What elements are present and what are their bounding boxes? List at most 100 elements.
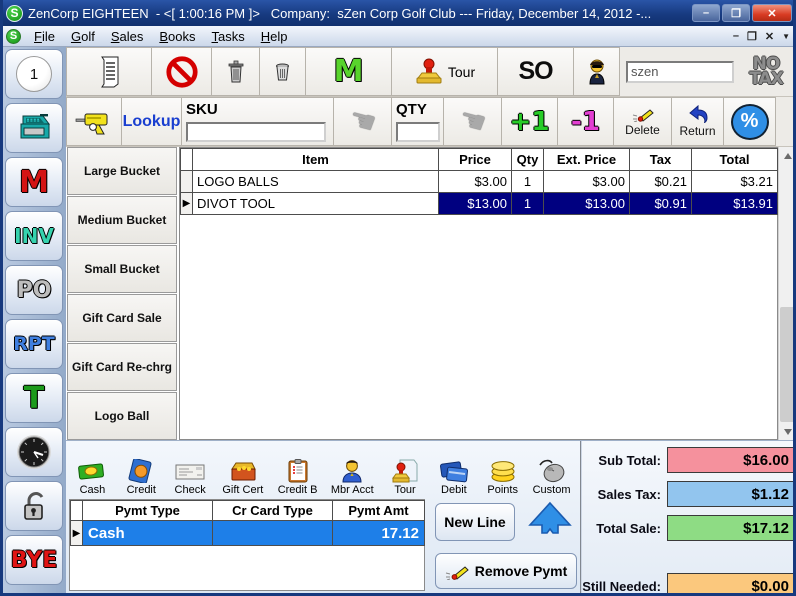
sales-tax-value: $1.12 xyxy=(667,481,795,507)
item-row-selected[interactable]: ▶ DIVOT TOOL $13.00 1 $13.00 $0.91 $13.9… xyxy=(181,193,778,215)
minimize-button[interactable]: – xyxy=(692,4,720,22)
discount-button[interactable]: % xyxy=(724,97,776,146)
green-m-icon: M xyxy=(334,54,364,89)
pay-points-button[interactable]: Points xyxy=(478,443,527,498)
payment-panel: Cash Credit Check xyxy=(66,440,796,593)
sku-select-button[interactable]: ☛ xyxy=(334,97,392,146)
po-icon: PO xyxy=(17,278,52,303)
pay-mbr-acct-button[interactable]: Mbr Acct xyxy=(324,443,381,498)
nav-sidebar: 1 M INV PO RPT T xyxy=(3,47,66,593)
scroll-down-icon[interactable] xyxy=(779,423,796,440)
payment-grid-header-row: Pymt Type Cr Card Type Pymt Amt xyxy=(71,501,425,521)
sidebar-members-button[interactable]: M xyxy=(5,157,63,207)
delete-line-button[interactable]: Delete xyxy=(614,97,672,146)
quick-item-logo-ball[interactable]: Logo Ball xyxy=(67,392,177,440)
sidebar-time-clock-button[interactable] xyxy=(5,427,63,477)
pay-cash-button[interactable]: Cash xyxy=(68,443,117,498)
tour-button[interactable]: Tour xyxy=(392,47,498,96)
close-button[interactable]: ✕ xyxy=(752,4,792,22)
rpt-icon: RPT xyxy=(13,333,55,355)
security-button[interactable] xyxy=(574,47,620,96)
pointing-hand-icon: ☛ xyxy=(455,101,490,142)
clear-sale-button[interactable] xyxy=(260,47,306,96)
remove-pymt-button[interactable]: Remove Pymt xyxy=(435,553,577,589)
cell-price: $13.00 xyxy=(439,193,512,215)
sidebar-reports-button[interactable]: RPT xyxy=(5,319,63,369)
indicator-header-cell xyxy=(181,149,193,171)
no-tax-icon: NO TAX xyxy=(749,57,783,86)
menu-bar: S File Golf Sales Books Tasks Help – ❐ ✕… xyxy=(0,26,796,47)
cell-cr-card-type xyxy=(213,521,333,546)
sidebar-register-button[interactable] xyxy=(5,103,63,153)
delete-item-button[interactable] xyxy=(212,47,260,96)
sku-input[interactable] xyxy=(186,122,326,142)
mdi-close-button[interactable]: ✕ xyxy=(765,30,774,43)
no-tax-button[interactable]: NO TAX xyxy=(740,47,792,96)
sidebar-inventory-button[interactable]: INV xyxy=(5,211,63,261)
menu-tasks[interactable]: Tasks xyxy=(204,28,253,45)
indicator-header-cell xyxy=(71,501,83,521)
pay-credit-button[interactable]: Credit xyxy=(117,443,166,498)
sidebar-tee-times-button[interactable]: T xyxy=(5,373,63,423)
member-lookup-button[interactable]: M xyxy=(306,47,392,96)
total-sale-value: $17.12 xyxy=(667,515,795,541)
cashier-input[interactable] xyxy=(626,61,734,83)
main-toolbar: M Tour SO xyxy=(66,47,796,97)
cell-item: LOGO BALLS xyxy=(193,171,439,193)
return-arrow-icon xyxy=(687,105,709,123)
item-row[interactable]: LOGO BALLS $3.00 1 $3.00 $0.21 $3.21 xyxy=(181,171,778,193)
pay-tour-button[interactable]: Tour xyxy=(381,443,430,498)
quick-item-medium-bucket[interactable]: Medium Bucket xyxy=(67,196,177,244)
new-line-button[interactable]: New Line xyxy=(435,503,515,541)
quick-item-gift-card-sale[interactable]: Gift Card Sale xyxy=(67,294,177,342)
debit-cards-icon xyxy=(439,461,469,483)
clock-icon xyxy=(16,434,52,470)
increment-qty-button[interactable]: +1 xyxy=(502,97,558,146)
mdi-minimize-button[interactable]: – xyxy=(733,30,739,42)
col-tax: Tax xyxy=(630,149,692,171)
scrollbar-thumb[interactable] xyxy=(780,307,796,422)
quick-item-gift-card-rechrg[interactable]: Gift Card Re-chrg xyxy=(67,343,177,391)
qty-select-button[interactable]: ☛ xyxy=(444,97,502,146)
pay-label: Debit xyxy=(441,484,467,496)
move-up-button[interactable] xyxy=(527,501,573,545)
menu-golf[interactable]: Golf xyxy=(63,28,103,45)
sidebar-purchase-orders-button[interactable]: PO xyxy=(5,265,63,315)
maximize-button[interactable]: ❒ xyxy=(722,4,750,22)
scroll-up-icon[interactable] xyxy=(779,147,796,164)
quick-item-large-bucket[interactable]: Large Bucket xyxy=(67,147,177,195)
pay-custom-button[interactable]: Custom xyxy=(527,443,576,498)
cell-total: $13.91 xyxy=(692,193,778,215)
special-order-button[interactable]: SO xyxy=(498,47,574,96)
pay-credit-book-button[interactable]: Credit B xyxy=(271,443,324,498)
pay-gift-cert-button[interactable]: Gift Cert xyxy=(215,443,272,498)
quick-item-small-bucket[interactable]: Small Bucket xyxy=(67,245,177,293)
check-icon xyxy=(175,463,205,483)
void-button[interactable] xyxy=(152,47,212,96)
sidebar-exit-button[interactable]: BYE xyxy=(5,535,63,585)
mdi-restore-button[interactable]: ❐ xyxy=(747,30,757,43)
menu-books[interactable]: Books xyxy=(151,28,203,45)
lookup-button[interactable]: Lookup xyxy=(122,97,182,146)
receipt-button[interactable] xyxy=(66,47,152,96)
payment-row-selected[interactable]: ▶ Cash 17.12 xyxy=(71,521,425,546)
return-item-button[interactable]: Return xyxy=(672,97,724,146)
tools-button[interactable] xyxy=(66,97,122,146)
sku-field-block: SKU xyxy=(182,97,334,146)
sidebar-hole-one-button[interactable]: 1 xyxy=(5,49,63,99)
menu-help[interactable]: Help xyxy=(253,28,296,45)
eraser-pencil-icon xyxy=(632,106,654,122)
menu-sales[interactable]: Sales xyxy=(103,28,152,45)
decrement-qty-button[interactable]: -1 xyxy=(558,97,614,146)
grid-scrollbar[interactable] xyxy=(778,147,796,440)
tour-button-label: Tour xyxy=(448,64,475,80)
menu-file[interactable]: File xyxy=(26,28,63,45)
member-icon xyxy=(341,459,363,483)
pay-label: Mbr Acct xyxy=(331,484,374,496)
sidebar-lock-button[interactable] xyxy=(5,481,63,531)
pay-check-button[interactable]: Check xyxy=(166,443,215,498)
toolbar-options-dropdown[interactable]: ▼ xyxy=(782,32,790,41)
pay-debit-button[interactable]: Debit xyxy=(429,443,478,498)
pos-window: S ZenCorp EIGHTEEN - <[ 1:00:16 PM ]> Co… xyxy=(0,0,796,596)
qty-input[interactable] xyxy=(396,122,440,142)
